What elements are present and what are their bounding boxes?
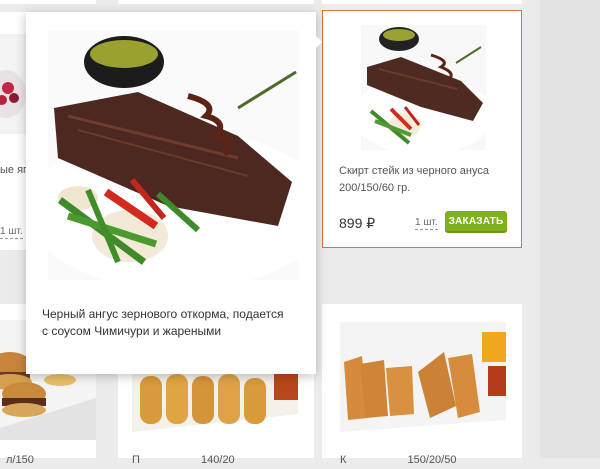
- product-card-top-right: [322, 0, 522, 4]
- product-card-featured[interactable]: Скирт стейк из черного ануса 200/150/60 …: [322, 10, 522, 248]
- quantity-selector[interactable]: 1 шт.: [415, 217, 438, 230]
- popup-description: Черный ангус зернового откорма, подается…: [42, 307, 284, 338]
- product-name[interactable]: Скирт стейк из черного ануса 200/150/60 …: [339, 163, 509, 197]
- order-button[interactable]: ЗАКАЗАТЬ: [445, 211, 507, 233]
- quantity-selector[interactable]: 1 шт.: [0, 226, 23, 239]
- product-image: [361, 25, 486, 150]
- product-name: К 150/20/50: [340, 454, 457, 466]
- popup-pointer: [316, 36, 322, 48]
- product-preview-popup: Черный ангус зернового откорма, подается…: [26, 12, 322, 374]
- product-card-top-middle: [118, 0, 314, 4]
- product-card-top-left: [0, 0, 96, 4]
- product-name: л/150: [6, 454, 34, 466]
- product-image: [340, 322, 506, 438]
- product-name: П 140/20: [132, 454, 235, 466]
- product-price: 899 ₽: [339, 215, 376, 231]
- page-side-area: [540, 0, 600, 458]
- product-card-bottom-3[interactable]: К 150/20/50: [322, 304, 522, 466]
- popup-product-image: [48, 30, 298, 280]
